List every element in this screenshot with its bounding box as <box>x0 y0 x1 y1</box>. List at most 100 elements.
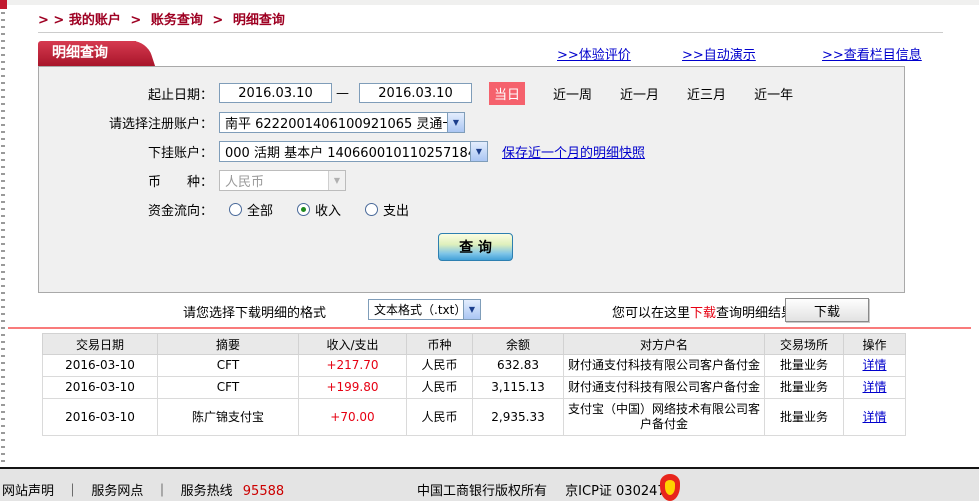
quick-range-quarter[interactable]: 近三月 <box>687 84 726 103</box>
query-form-panel: 起止日期： — 当日 近一周 近一月 近三月 近一年 请选择注册账户： 南平 6… <box>38 66 905 293</box>
radio-icon <box>365 203 378 216</box>
breadcrumb-separator: > <box>130 13 141 28</box>
register-account-value: 南平 6222001406100921065 灵通卡 <box>220 113 447 132</box>
currency-value: 人民币 <box>220 171 328 190</box>
cell-venue: 批量业务 <box>765 377 844 399</box>
fund-flow-row: 资金流向： 全部 收入 支出 <box>39 198 904 220</box>
download-hint: 您可以在这里下载查询明细结果 <box>612 302 794 321</box>
register-account-row: 请选择注册账户： 南平 6222001406100921065 灵通卡 ▼ <box>39 111 904 133</box>
table-row: 2016-03-10 CFT +217.70 人民币 632.83 财付通支付科… <box>43 355 906 377</box>
chevron-down-icon: ▼ <box>463 300 480 319</box>
detail-link[interactable]: 详情 <box>862 358 886 372</box>
tab-detail-query[interactable]: 明细查询 <box>38 41 136 66</box>
date-from-input[interactable] <box>219 83 332 103</box>
flow-radio-all-label: 全部 <box>247 200 273 219</box>
link-auto-demo[interactable]: >>自动演示 <box>682 44 756 63</box>
currency-select: 人民币 ▼ <box>219 170 346 191</box>
flow-radio-income-label: 收入 <box>315 200 341 219</box>
cell-venue: 批量业务 <box>765 399 844 436</box>
breadcrumb: > > 我的账户 > 账务查询 > 明细查询 <box>38 9 285 28</box>
register-account-label: 请选择注册账户： <box>39 113 213 132</box>
quick-range-month[interactable]: 近一月 <box>620 84 659 103</box>
cell-balance: 2,935.33 <box>473 399 564 436</box>
footer-copyright: 中国工商银行版权所有 京ICP证 030247号 <box>417 480 679 499</box>
cell-amount: +217.70 <box>299 355 407 377</box>
footer-separator: ｜ <box>155 484 168 499</box>
sub-account-value: 000 活期 基本户 1406600101102571848 <box>220 142 470 161</box>
table-row: 2016-03-10 陈广锦支付宝 +70.00 人民币 2,935.33 支付… <box>43 399 906 436</box>
link-experience-evaluation[interactable]: >>体验评价 <box>557 44 631 63</box>
query-button-label: 查 询 <box>459 237 492 257</box>
link-view-column-info[interactable]: >>查看栏目信息 <box>822 44 922 63</box>
download-hint-suffix: 查询明细结果 <box>716 306 794 321</box>
footer-separator: ｜ <box>66 484 79 499</box>
flow-radio-expense-label: 支出 <box>383 200 409 219</box>
download-hint-link[interactable]: 下载 <box>690 306 716 321</box>
left-perforation-strip <box>1 12 5 467</box>
flow-radio-all[interactable]: 全部 <box>229 200 273 219</box>
footer-link-service-outlets[interactable]: 服务网点 <box>91 484 143 499</box>
footer-links: 网站声明 ｜ 服务网点 ｜ 服务热线 95588 <box>2 480 284 499</box>
cell-currency: 人民币 <box>407 399 473 436</box>
chevron-down-icon: ▼ <box>447 113 464 132</box>
download-format-select[interactable]: 文本格式（.txt） ▼ <box>368 299 481 320</box>
breadcrumb-item-detail-query[interactable]: 明细查询 <box>233 13 285 28</box>
header-action: 操作 <box>844 334 906 355</box>
cell-currency: 人民币 <box>407 377 473 399</box>
download-hint-prefix: 您可以在这里 <box>612 306 690 321</box>
table-row: 2016-03-10 CFT +199.80 人民币 3,115.13 财付通支… <box>43 377 906 399</box>
sub-account-select[interactable]: 000 活期 基本户 1406600101102571848 ▼ <box>219 141 488 162</box>
header-summary: 摘要 <box>158 334 299 355</box>
flow-radio-income[interactable]: 收入 <box>297 200 341 219</box>
header-currency: 币种 <box>407 334 473 355</box>
download-format-label: 请您选择下载明细的格式 <box>183 302 326 321</box>
breadcrumb-prefix: > > <box>38 13 64 28</box>
breadcrumb-item-account-query[interactable]: 账务查询 <box>151 13 203 28</box>
header-venue: 交易场所 <box>765 334 844 355</box>
fund-flow-label: 资金流向： <box>39 200 213 219</box>
tab-label: 明细查询 <box>52 45 108 61</box>
top-band <box>0 0 979 5</box>
quick-range-today-button[interactable]: 当日 <box>489 82 525 105</box>
breadcrumb-item-my-account[interactable]: 我的账户 <box>69 13 121 28</box>
footer-hotline-label: 服务热线 <box>181 484 233 499</box>
download-button-label: 下载 <box>814 301 840 320</box>
footer-link-site-statement[interactable]: 网站声明 <box>2 484 54 499</box>
currency-label: 币 种： <box>39 171 213 190</box>
flow-radio-expense[interactable]: 支出 <box>365 200 409 219</box>
radio-checked-icon <box>297 203 310 216</box>
header-balance: 余额 <box>473 334 564 355</box>
header-counterparty: 对方户名 <box>564 334 765 355</box>
detail-link[interactable]: 详情 <box>862 380 886 394</box>
quick-range-year[interactable]: 近一年 <box>754 84 793 103</box>
cell-summary: 陈广锦支付宝 <box>158 399 299 436</box>
footer: 网站声明 ｜ 服务网点 ｜ 服务热线 95588 中国工商银行版权所有 京ICP… <box>0 469 979 501</box>
date-range-label: 起止日期： <box>39 84 213 103</box>
download-row: 请您选择下载明细的格式 文本格式（.txt） ▼ 您可以在这里下载查询明细结果 … <box>0 297 979 325</box>
download-button[interactable]: 下载 <box>785 298 869 322</box>
query-button[interactable]: 查 询 <box>438 233 513 261</box>
date-range-dash: — <box>336 86 349 101</box>
table-header-row: 交易日期 摘要 收入/支出 币种 余额 对方户名 交易场所 操作 <box>43 334 906 355</box>
red-divider-line <box>8 327 971 329</box>
footer-hotline-number: 95588 <box>243 484 284 499</box>
corner-red-block <box>0 0 7 9</box>
detail-query-page: > > 我的账户 > 账务查询 > 明细查询 明细查询 >>体验评价 >>自动演… <box>0 0 979 501</box>
transaction-table: 交易日期 摘要 收入/支出 币种 余额 对方户名 交易场所 操作 2016-03… <box>42 333 906 436</box>
date-range-row: 起止日期： — 当日 近一周 近一月 近三月 近一年 <box>39 82 904 104</box>
cell-trade-date: 2016-03-10 <box>43 355 158 377</box>
quick-range-week[interactable]: 近一周 <box>553 84 592 103</box>
currency-row: 币 种： 人民币 ▼ <box>39 169 904 191</box>
save-monthly-snapshot-link[interactable]: 保存近一个月的明细快照 <box>502 142 645 161</box>
register-account-select[interactable]: 南平 6222001406100921065 灵通卡 ▼ <box>219 112 465 133</box>
cell-amount: +70.00 <box>299 399 407 436</box>
sub-account-label: 下挂账户： <box>39 142 213 161</box>
cell-summary: CFT <box>158 377 299 399</box>
header-trade-date: 交易日期 <box>43 334 158 355</box>
cell-trade-date: 2016-03-10 <box>43 377 158 399</box>
detail-link[interactable]: 详情 <box>862 410 886 424</box>
cell-amount: +199.80 <box>299 377 407 399</box>
copyright-text: 中国工商银行版权所有 <box>417 484 547 499</box>
cell-currency: 人民币 <box>407 355 473 377</box>
date-to-input[interactable] <box>359 83 472 103</box>
